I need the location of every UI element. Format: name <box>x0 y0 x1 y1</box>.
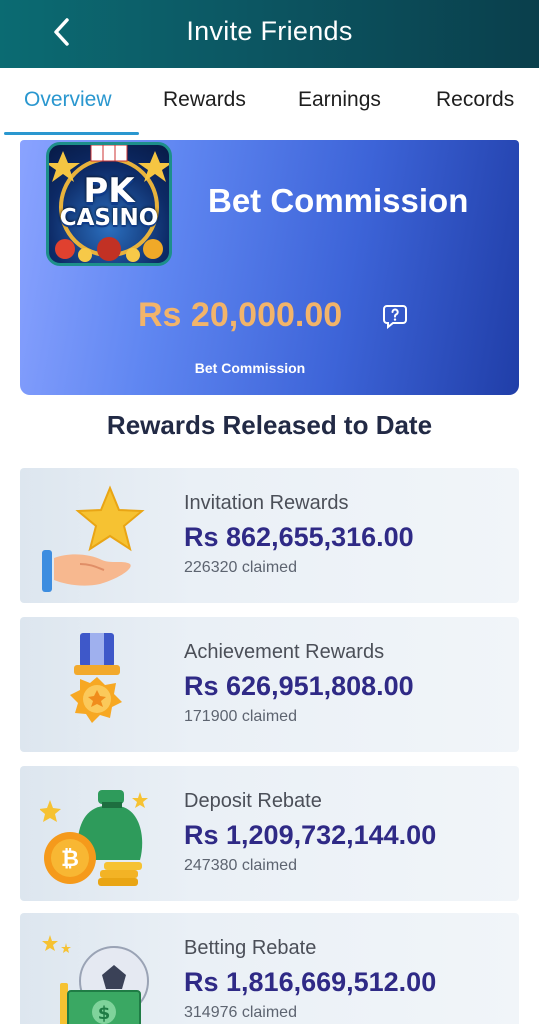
reward-card-deposit-rebate[interactable]: ₿ Deposit Rebate Rs 1,209,732,144.00 247… <box>20 766 519 901</box>
reward-claimed-count: 247380 claimed <box>184 857 297 874</box>
reward-title: Betting Rebate <box>184 937 317 959</box>
tab-overview[interactable]: Overview <box>24 88 112 112</box>
pk-casino-logo: PK CASINO <box>46 142 172 266</box>
reward-amount: Rs 862,655,316.00 <box>184 522 414 552</box>
section-title: Rewards Released to Date <box>106 410 433 440</box>
reward-title: Deposit Rebate <box>184 790 322 812</box>
reward-card-achievement[interactable]: Achievement Rewards Rs 626,951,808.00 17… <box>20 617 519 752</box>
reward-claimed-count: 226320 claimed <box>184 559 297 576</box>
help-button[interactable] <box>382 303 408 330</box>
bet-commission-banner: PK CASINO Bet Commission Rs 20,000.00 Be… <box>20 140 519 395</box>
medal-icon <box>70 633 122 723</box>
tab-earnings[interactable]: Earnings <box>298 88 381 112</box>
reward-card-betting-rebate[interactable]: $ Betting Rebate Rs 1,816,669,512.00 314… <box>20 913 519 1024</box>
commission-amount: Rs 20,000.00 <box>138 296 343 334</box>
question-bubble-icon <box>383 305 407 330</box>
reward-claimed-count: 314976 claimed <box>184 1004 297 1021</box>
banner-title: Bet Commission <box>208 182 469 219</box>
svg-text:₿: ₿ <box>61 847 79 872</box>
ball-cash-icon: $ <box>42 935 149 1024</box>
money-bag-coins-icon: ₿ <box>40 790 148 886</box>
page-title: Invite Friends <box>186 16 353 46</box>
app-header: Invite Friends <box>0 0 539 68</box>
tab-rewards[interactable]: Rewards <box>163 88 246 112</box>
active-tab-indicator <box>4 132 139 135</box>
tab-bar: Overview Rewards Earnings Records <box>0 68 539 138</box>
reward-amount: Rs 626,951,808.00 <box>184 671 414 701</box>
banner-subtitle: Bet Commission <box>194 360 306 376</box>
reward-title: Achievement Rewards <box>184 641 385 663</box>
reward-amount: Rs 1,209,732,144.00 <box>184 820 437 850</box>
reward-claimed-count: 171900 claimed <box>184 708 297 725</box>
star-hand-icon <box>42 485 145 592</box>
reward-title: Invitation Rewards <box>184 492 349 514</box>
reward-card-invitation[interactable]: Invitation Rewards Rs 862,655,316.00 226… <box>20 468 519 603</box>
tab-records[interactable]: Records <box>436 88 514 112</box>
reward-amount: Rs 1,816,669,512.00 <box>184 967 437 997</box>
svg-text:$: $ <box>98 1003 111 1024</box>
